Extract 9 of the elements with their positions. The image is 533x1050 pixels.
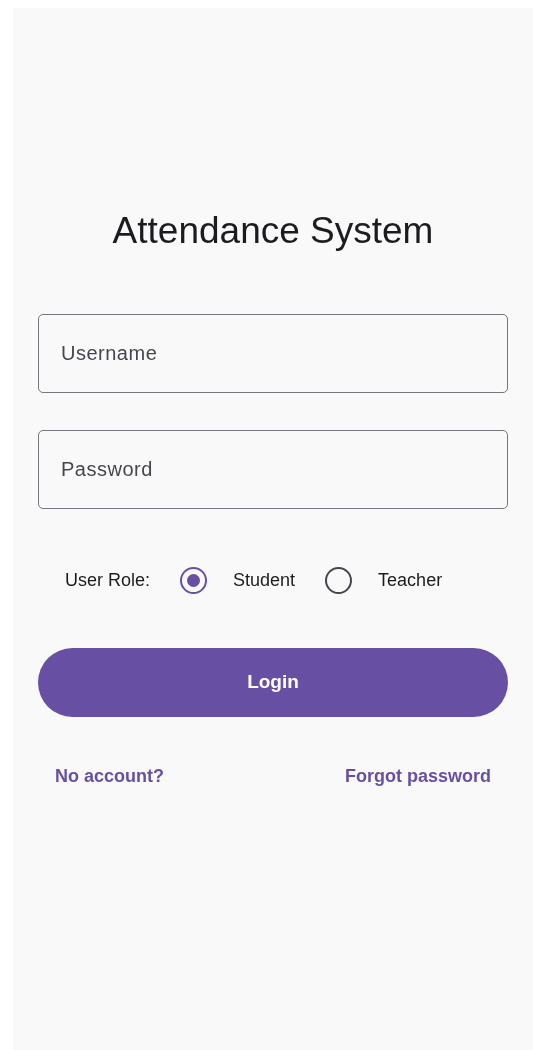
app-title: Attendance System	[112, 209, 434, 253]
role-radio[interactable]: Teacher	[325, 566, 443, 594]
role-radio[interactable]: Student	[180, 566, 296, 594]
sign-up-link[interactable]: No account?	[55, 763, 164, 790]
role-label: User Role:	[65, 568, 151, 592]
password-field[interactable]: Password	[38, 430, 508, 509]
login-button[interactable]: Login	[38, 648, 508, 717]
forgot-password-link[interactable]: Forgot password	[345, 763, 491, 790]
username-field[interactable]: Username	[38, 314, 508, 393]
